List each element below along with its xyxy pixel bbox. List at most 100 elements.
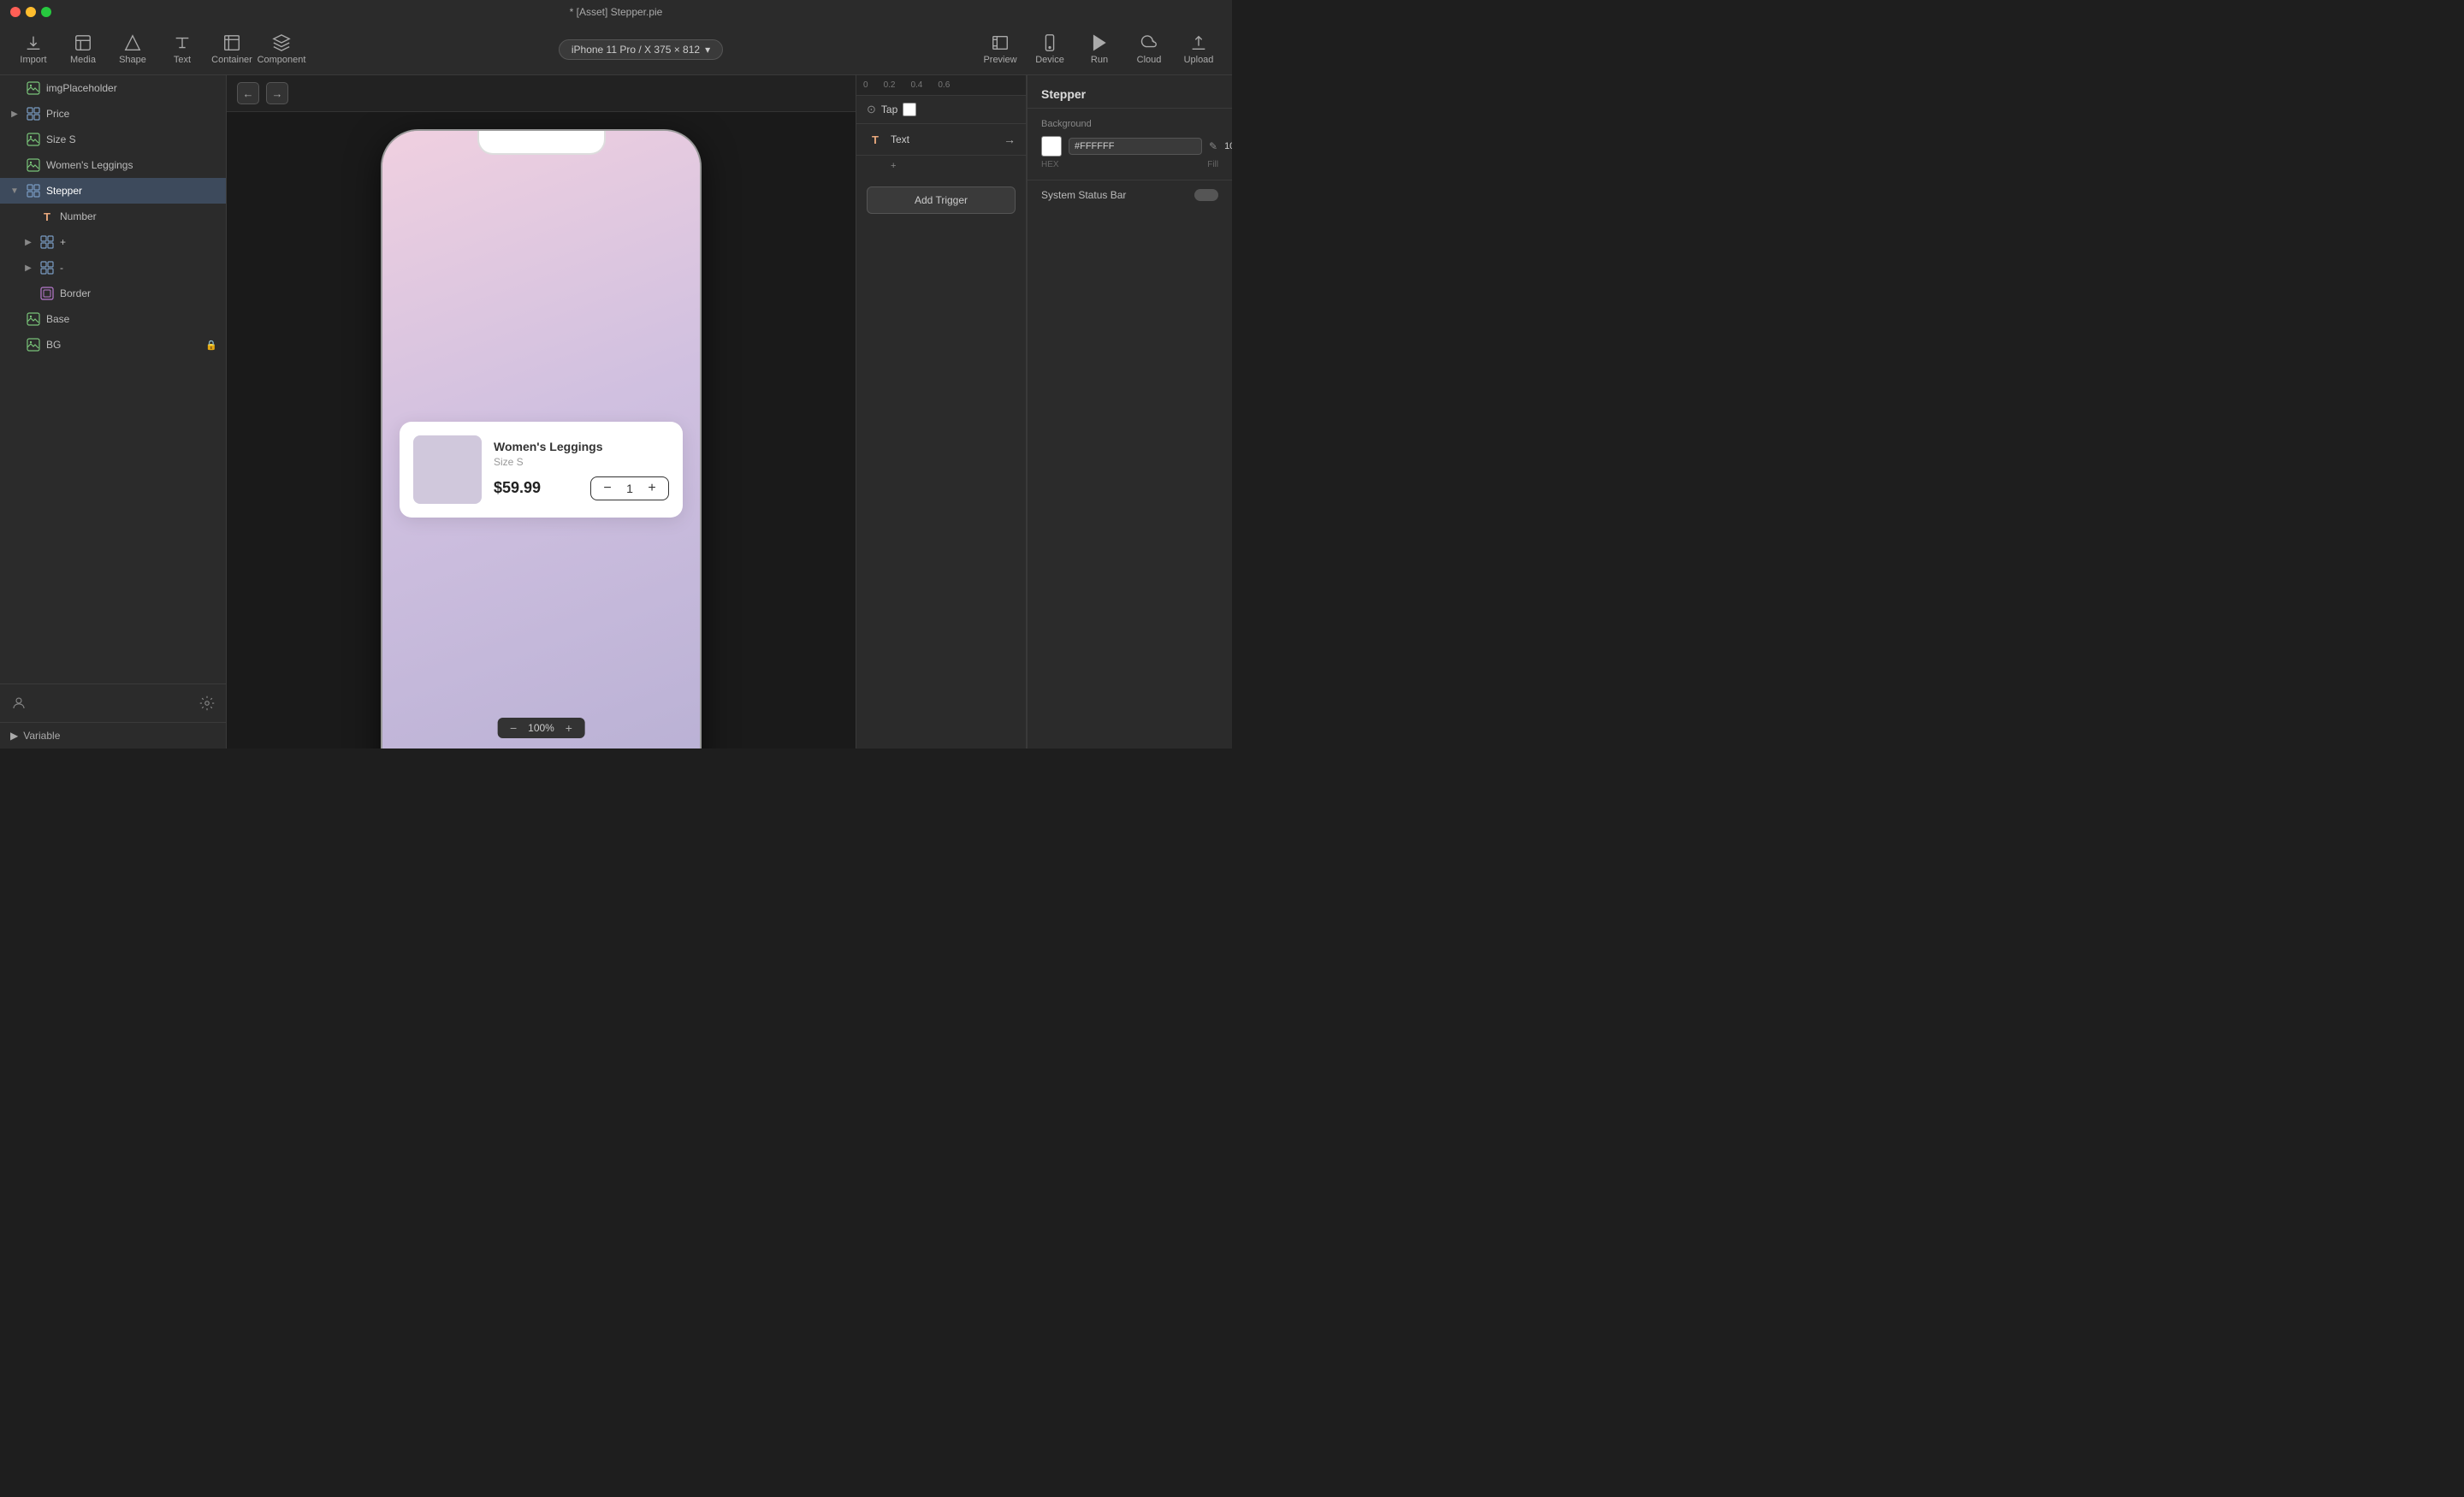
img-icon-base — [26, 311, 41, 327]
lock-icon: 🔒 — [205, 340, 217, 351]
layer-item-imgplaceholder[interactable]: imgPlaceholder — [0, 75, 226, 101]
system-status-bar-label: System Status Bar — [1041, 189, 1126, 201]
color-swatch[interactable] — [1041, 136, 1062, 157]
layer-name-sizes: Size S — [46, 133, 217, 145]
stepper-plus-button[interactable]: + — [644, 481, 660, 496]
layer-item-stepper[interactable]: ▼ Stepper — [0, 178, 226, 204]
img-icon-sizes — [26, 132, 41, 147]
left-panel-bottom — [0, 683, 226, 722]
close-button[interactable] — [10, 7, 21, 17]
stepper-control: − 1 + — [590, 476, 669, 500]
layer-item-base[interactable]: Base — [0, 306, 226, 332]
component-label: Component — [258, 55, 306, 65]
canvas-zoom: − 100% + — [497, 718, 585, 738]
layer-name-imgplaceholder: imgPlaceholder — [46, 82, 217, 94]
device-label: Device — [1035, 55, 1064, 65]
component-button[interactable]: Component — [258, 28, 305, 71]
layer-item-sizes[interactable]: Size S — [0, 127, 226, 152]
tap-icon: ⊙ — [867, 103, 876, 116]
add-trigger-button[interactable]: Add Trigger — [867, 186, 1016, 214]
tap-color-box[interactable] — [903, 103, 916, 116]
hex-input[interactable] — [1069, 138, 1202, 155]
ruler-mark-2: 0.4 — [910, 80, 922, 90]
mid-panel: 0 0.2 0.4 0.6 ⊙ Tap T Text → + Add Trigg… — [856, 75, 1027, 748]
color-row: ✎ 100 — [1041, 136, 1218, 157]
grid-icon-plus — [39, 234, 55, 250]
back-button[interactable]: ← — [237, 82, 259, 104]
fill-label: Fill — [1207, 160, 1218, 169]
grid-icon-minus — [39, 260, 55, 275]
variable-row[interactable]: ▶ Variable — [0, 722, 226, 748]
layer-toggle-base — [9, 313, 21, 325]
import-button[interactable]: Import — [10, 28, 56, 71]
product-info: Women's Leggings Size S $59.99 − 1 + — [494, 440, 669, 500]
device-button[interactable]: Device — [1027, 28, 1073, 71]
variable-label: Variable — [23, 730, 60, 742]
run-label: Run — [1091, 55, 1108, 65]
layer-toggle-minus[interactable]: ▶ — [22, 262, 34, 274]
titlebar: * [Asset] Stepper.pie — [0, 0, 1232, 24]
zoom-level: 100% — [528, 722, 554, 734]
layer-item-minus[interactable]: ▶ - — [0, 255, 226, 281]
run-button[interactable]: Run — [1076, 28, 1122, 71]
layer-toggle-price[interactable]: ▶ — [9, 108, 21, 120]
shape-label: Shape — [119, 55, 146, 65]
minimize-button[interactable] — [26, 7, 36, 17]
fill-value: 100 — [1224, 141, 1232, 151]
tap-title: Tap — [881, 104, 897, 115]
product-title: Women's Leggings — [494, 440, 669, 453]
phone-screen: Women's Leggings Size S $59.99 − 1 + — [382, 131, 700, 748]
device-selector[interactable]: iPhone 11 Pro / X 375 × 812 ▾ — [559, 39, 723, 60]
mid-panel-header: ⊙ Tap — [856, 96, 1026, 124]
layer-toggle-border — [22, 287, 34, 299]
layer-name-womensleggings: Women's Leggings — [46, 159, 217, 171]
layer-item-number[interactable]: T Number — [0, 204, 226, 229]
system-status-bar-toggle[interactable] — [1194, 189, 1218, 201]
upload-button[interactable]: Upload — [1176, 28, 1222, 71]
cloud-label: Cloud — [1137, 55, 1162, 65]
forward-button[interactable]: → — [266, 82, 288, 104]
preview-button[interactable]: Preview — [977, 28, 1023, 71]
border-icon — [39, 286, 55, 301]
img-icon-bg — [26, 337, 41, 352]
zoom-out-button[interactable]: − — [506, 721, 521, 735]
shape-button[interactable]: Shape — [110, 28, 156, 71]
system-status-bar-row: System Status Bar — [1028, 180, 1232, 210]
canvas-nav: ← → — [227, 75, 856, 112]
layer-name-bg: BG — [46, 339, 200, 351]
cloud-button[interactable]: Cloud — [1126, 28, 1172, 71]
trigger-arrow-icon: → — [1004, 133, 1016, 146]
img-icon — [26, 80, 41, 96]
img-icon-womensleggings — [26, 157, 41, 173]
layer-item-bg[interactable]: BG 🔒 — [0, 332, 226, 358]
product-size: Size S — [494, 456, 669, 468]
timeline-ruler: 0 0.2 0.4 0.6 — [856, 75, 1026, 96]
color-labels: HEX Fill — [1041, 160, 1218, 169]
settings-icon[interactable] — [195, 691, 219, 715]
layer-toggle-sizes — [9, 133, 21, 145]
phone-frame: Women's Leggings Size S $59.99 − 1 + — [381, 129, 702, 748]
user-icon[interactable] — [7, 691, 31, 715]
layer-toggle-plus[interactable]: ▶ — [22, 236, 34, 248]
trigger-sub-label: + — [891, 161, 896, 171]
main-area: imgPlaceholder ▶ Price — [0, 75, 1232, 748]
layer-item-price[interactable]: ▶ Price — [0, 101, 226, 127]
container-button[interactable]: Container — [209, 28, 255, 71]
maximize-button[interactable] — [41, 7, 51, 17]
right-panel-header: Stepper — [1028, 75, 1232, 109]
canvas-viewport[interactable]: Women's Leggings Size S $59.99 − 1 + — [227, 112, 856, 748]
layer-item-border[interactable]: Border — [0, 281, 226, 306]
layer-toggle-stepper[interactable]: ▼ — [9, 185, 21, 197]
stepper-minus-button[interactable]: − — [600, 481, 615, 496]
layer-name-border: Border — [60, 287, 217, 299]
media-button[interactable]: Media — [60, 28, 106, 71]
product-card: Women's Leggings Size S $59.99 − 1 + — [400, 422, 683, 518]
left-panel: imgPlaceholder ▶ Price — [0, 75, 227, 748]
layer-item-womensleggings[interactable]: Women's Leggings — [0, 152, 226, 178]
zoom-in-button[interactable]: + — [561, 721, 577, 735]
layer-item-plus[interactable]: ▶ + — [0, 229, 226, 255]
edit-icon[interactable]: ✎ — [1209, 140, 1217, 152]
text-button[interactable]: Text — [159, 28, 205, 71]
trigger-item-text[interactable]: T Text → — [856, 124, 1026, 156]
right-panel-title: Stepper — [1041, 87, 1218, 101]
